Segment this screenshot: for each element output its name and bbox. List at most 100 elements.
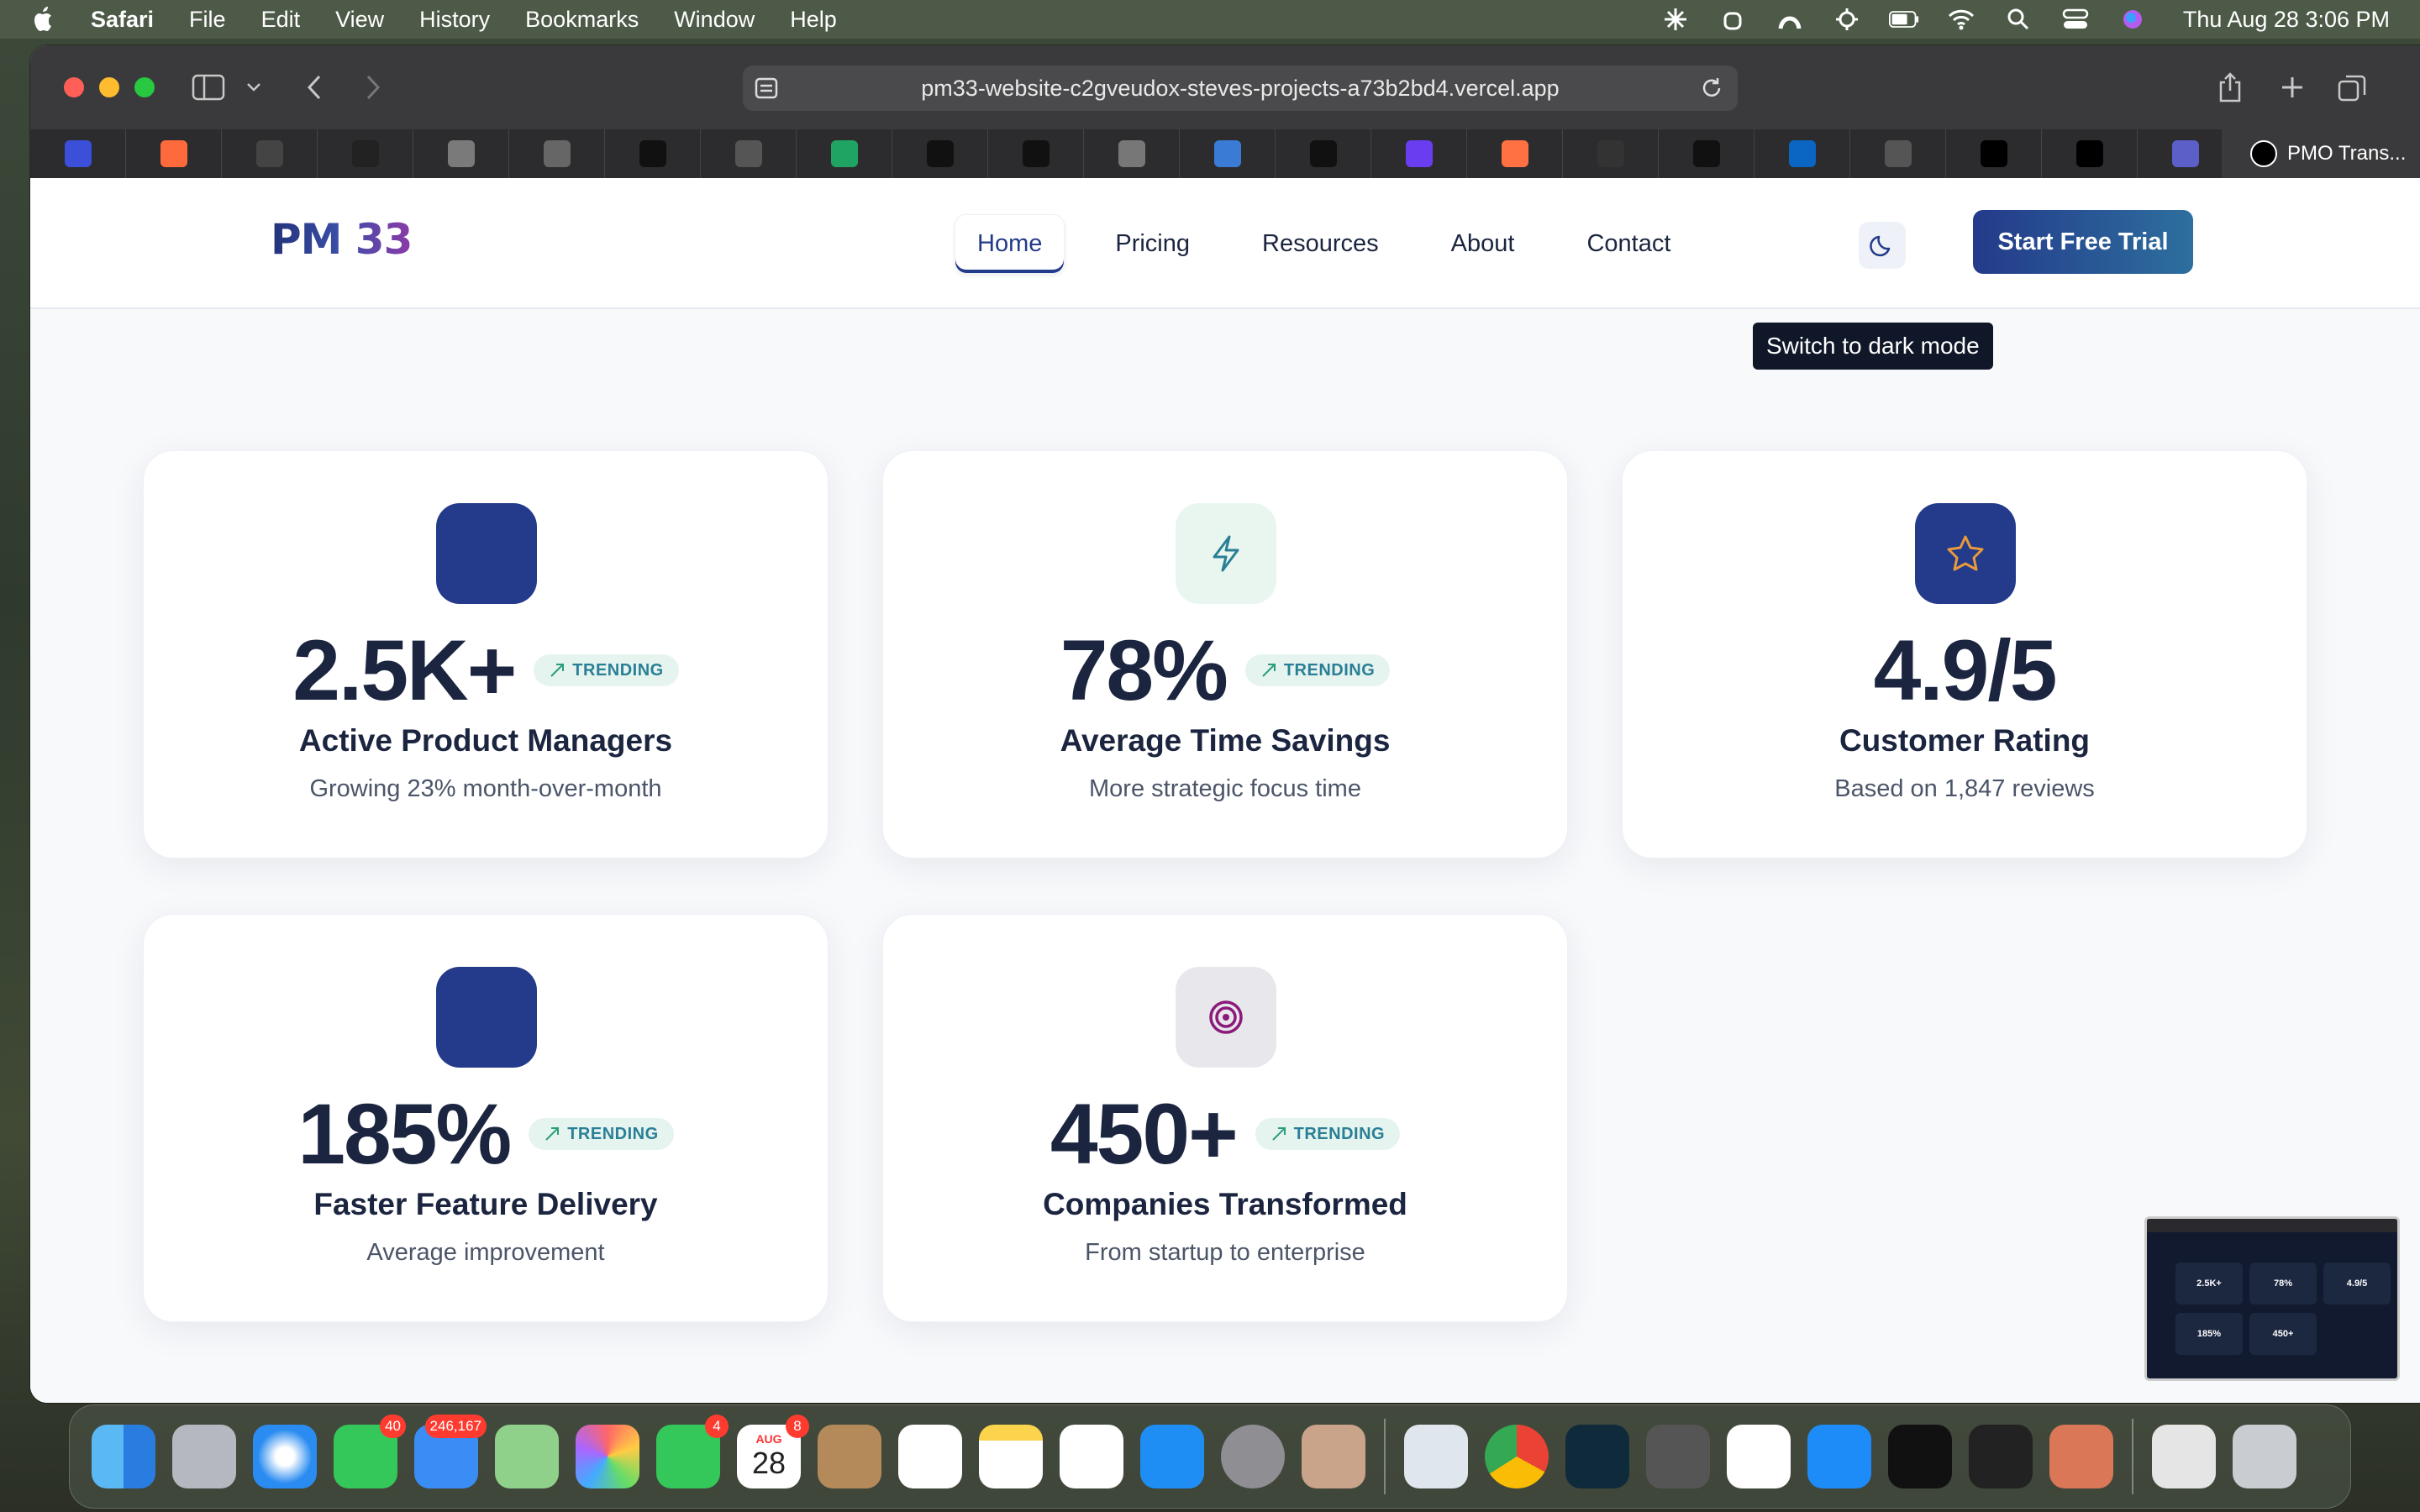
browser-tab[interactable]: [988, 129, 1084, 178]
share-icon[interactable]: [2212, 71, 2249, 104]
site-logo[interactable]: PM 33: [271, 215, 413, 264]
minimize-window-button[interactable]: [99, 77, 119, 97]
tab-favicon-icon: [2171, 140, 2199, 167]
menu-app-name[interactable]: Safari: [91, 7, 154, 33]
browser-tab[interactable]: [2138, 129, 2233, 178]
browser-tab[interactable]: [1371, 129, 1467, 178]
iphone-mirroring-icon[interactable]: [1302, 1425, 1365, 1488]
nav-link-contact[interactable]: Contact: [1565, 215, 1692, 273]
menu-edit[interactable]: Edit: [261, 7, 301, 33]
menu-clock[interactable]: Thu Aug 28 3:06 PM: [2183, 7, 2390, 33]
trash-icon[interactable]: [2233, 1425, 2296, 1488]
siri-icon[interactable]: [2118, 7, 2148, 32]
browser-tab[interactable]: [413, 129, 509, 178]
page-settings-icon[interactable]: [755, 77, 778, 99]
target-icon: [1209, 1000, 1243, 1034]
browser-tab[interactable]: [797, 129, 892, 178]
contacts-icon[interactable]: [818, 1425, 881, 1488]
browser-tab[interactable]: [1084, 129, 1180, 178]
browser-tab[interactable]: [1467, 129, 1563, 178]
downloads-stack-icon[interactable]: [2152, 1425, 2216, 1488]
browser-tab[interactable]: [1276, 129, 1371, 178]
pip-card: 185%: [2175, 1313, 2243, 1355]
browser-tab[interactable]: [318, 129, 413, 178]
zoom-window-button[interactable]: [134, 77, 155, 97]
terminal-icon[interactable]: [1969, 1425, 2033, 1488]
nav-link-pricing[interactable]: Pricing: [1093, 215, 1212, 273]
control-center-icon[interactable]: [2060, 7, 2091, 32]
menu-help[interactable]: Help: [790, 7, 837, 33]
perplexity-icon[interactable]: [1565, 1425, 1629, 1488]
menu-file[interactable]: File: [189, 7, 226, 33]
browser-tab[interactable]: [1180, 129, 1276, 178]
nav-link-resources[interactable]: Resources: [1240, 215, 1401, 273]
browser-tab[interactable]: [892, 129, 988, 178]
preview-icon[interactable]: [1404, 1425, 1468, 1488]
calendar-icon[interactable]: AUG 28 8: [737, 1415, 809, 1488]
url-text[interactable]: pm33-website-c2gveudox-steves-projects-a…: [921, 76, 1559, 102]
apple-menu-icon[interactable]: [32, 6, 57, 33]
chrome-icon[interactable]: [1485, 1425, 1549, 1488]
browser-tab[interactable]: [2042, 129, 2138, 178]
mail-icon[interactable]: 246,167: [414, 1415, 487, 1488]
browser-tab[interactable]: [701, 129, 797, 178]
gear-bug-status-icon[interactable]: [1832, 7, 1862, 32]
maps-icon[interactable]: [495, 1425, 559, 1488]
sidebar-toggle-icon[interactable]: [190, 71, 227, 104]
facetime-icon[interactable]: 4: [656, 1415, 729, 1488]
lightning-icon: [1213, 535, 1239, 572]
search-icon[interactable]: [2003, 7, 2033, 32]
active-tab[interactable]: PMO Trans...: [2222, 129, 2420, 178]
tab-favicon-icon: [830, 140, 858, 167]
browser-tab[interactable]: [1659, 129, 1754, 178]
browser-tab[interactable]: [605, 129, 701, 178]
browser-tab[interactable]: [1754, 129, 1850, 178]
hand-status-icon[interactable]: [1718, 7, 1748, 32]
menu-history[interactable]: History: [419, 7, 490, 33]
new-tab-icon[interactable]: [2274, 71, 2311, 104]
photos-icon[interactable]: [576, 1425, 639, 1488]
finder-icon[interactable]: [92, 1425, 155, 1488]
menu-view[interactable]: View: [335, 7, 384, 33]
activity-monitor-icon[interactable]: [1888, 1425, 1952, 1488]
reminders-icon[interactable]: [898, 1425, 962, 1488]
tab-overview-icon[interactable]: [2334, 71, 2371, 104]
battery-icon[interactable]: [1888, 7, 1919, 32]
app-store-icon[interactable]: [1140, 1425, 1204, 1488]
launchpad-icon[interactable]: [172, 1425, 236, 1488]
screen-recording-thumbnail[interactable]: 2.5K+ 78% 4.9/5 185% 450+: [2144, 1216, 2400, 1381]
dark-mode-toggle[interactable]: [1859, 222, 1906, 269]
nordvpn-icon[interactable]: [1727, 1425, 1791, 1488]
wifi-icon[interactable]: [1946, 7, 1976, 32]
browser-tab[interactable]: [509, 129, 605, 178]
start-free-trial-button[interactable]: Start Free Trial: [1973, 210, 2193, 274]
browser-tab[interactable]: [1946, 129, 2042, 178]
nav-link-about[interactable]: About: [1429, 215, 1537, 273]
safari-icon[interactable]: [253, 1425, 317, 1488]
reload-icon[interactable]: [1699, 76, 1724, 101]
notes-icon[interactable]: [979, 1425, 1043, 1488]
messages-icon[interactable]: 40: [334, 1415, 406, 1488]
browser-tab[interactable]: [30, 129, 126, 178]
docker-icon[interactable]: [1807, 1425, 1871, 1488]
browser-tab[interactable]: [222, 129, 318, 178]
browser-tab[interactable]: [1850, 129, 1946, 178]
forward-icon[interactable]: [355, 71, 392, 104]
stat-value: 2.5K+: [292, 622, 517, 718]
nav-link-home[interactable]: Home: [955, 213, 1065, 274]
close-window-button[interactable]: [64, 77, 84, 97]
stat-subtitle: Average improvement: [366, 1239, 605, 1266]
menu-bookmarks[interactable]: Bookmarks: [525, 7, 639, 33]
system-settings-icon[interactable]: [1221, 1425, 1285, 1488]
sparkle-status-icon[interactable]: [1660, 7, 1691, 32]
freeform-icon[interactable]: [1060, 1425, 1123, 1488]
menu-window[interactable]: Window: [674, 7, 755, 33]
tab-group-chevron-icon[interactable]: [235, 71, 272, 104]
calculator-icon[interactable]: [1646, 1425, 1710, 1488]
address-bar[interactable]: pm33-website-c2gveudox-steves-projects-a…: [743, 66, 1738, 111]
browser-tab[interactable]: [1563, 129, 1659, 178]
browser-tab[interactable]: [126, 129, 222, 178]
back-icon[interactable]: [296, 71, 333, 104]
arc-status-icon[interactable]: [1775, 7, 1805, 32]
claude-icon[interactable]: [2049, 1425, 2113, 1488]
